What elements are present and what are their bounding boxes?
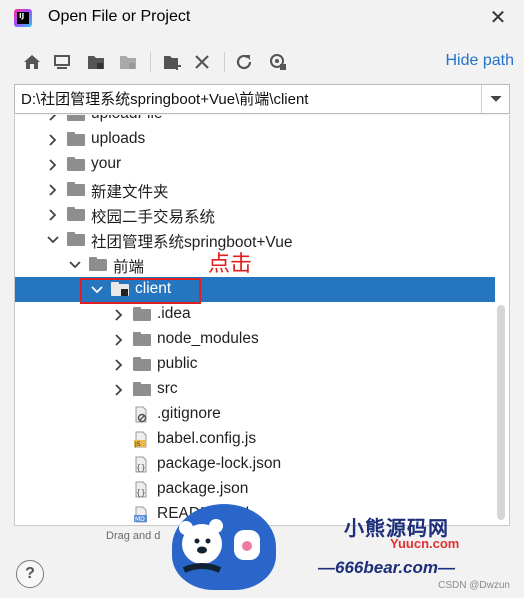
chevron-right-icon[interactable] — [113, 384, 125, 396]
tree-row-label: .idea — [157, 305, 191, 322]
folder-icon — [133, 307, 151, 321]
chevron-right-icon[interactable] — [47, 159, 59, 171]
tree-row[interactable]: your — [15, 152, 495, 177]
tree-scrollbar[interactable] — [497, 305, 505, 520]
json-file-icon: {} — [133, 481, 151, 498]
tree-row[interactable]: 前端 — [15, 252, 495, 277]
watermark-site: Yuucn.com — [390, 536, 460, 551]
gitignore-file-icon — [133, 406, 151, 423]
folder-icon — [67, 207, 85, 221]
folder-icon — [133, 382, 151, 396]
chevron-right-icon[interactable] — [47, 115, 59, 121]
toolbar: Hide path — [14, 48, 514, 76]
tree-row[interactable]: 校园二手交易系统 — [15, 202, 495, 227]
folder-icon — [89, 257, 107, 271]
chevron-down-icon — [490, 95, 501, 102]
tree-row[interactable]: node_modules — [15, 327, 495, 352]
tree-row-label: uploads — [91, 130, 146, 147]
drag-hint-text: Drag and d — [106, 530, 161, 542]
path-input[interactable] — [21, 90, 481, 107]
tree-row[interactable]: public — [15, 352, 495, 377]
click-annotation-text: 点击 — [208, 252, 253, 277]
folder-icon — [67, 232, 85, 246]
folder-icon — [67, 132, 85, 146]
bear-logo-icon — [172, 504, 276, 590]
chevron-right-icon[interactable] — [47, 209, 59, 221]
tree-row-label: uploadFile — [91, 115, 163, 123]
tree-row[interactable]: .gitignore — [15, 402, 495, 427]
tree-row-label: public — [157, 355, 198, 372]
chevron-right-icon[interactable] — [47, 184, 59, 196]
tree-row-label: node_modules — [157, 330, 259, 347]
tree-row-label: .gitignore — [157, 405, 221, 422]
chevron-right-icon[interactable] — [47, 134, 59, 146]
highlight-box — [80, 278, 201, 304]
watermark: 小熊源码网 Yuucn.com —666bear.com— CSDN @Dwzu… — [162, 498, 524, 598]
svg-text:{}: {} — [136, 463, 146, 472]
tree-row-label: package.json — [157, 480, 249, 497]
title-bar: IJ Open File or Project ✕ — [0, 0, 524, 36]
chevron-down-icon[interactable] — [47, 234, 59, 246]
svg-text:JS: JS — [134, 441, 141, 448]
tree-row-label: your — [91, 155, 122, 172]
json-file-icon: {} — [133, 456, 151, 473]
tree-row[interactable]: 新建文件夹 — [15, 177, 495, 202]
desktop-icon[interactable] — [50, 50, 74, 74]
tree-row[interactable]: .idea — [15, 302, 495, 327]
csdn-credit: CSDN @Dwzun — [438, 580, 510, 591]
tree-row-label: 前端 — [113, 259, 145, 276]
markdown-file-icon: MD — [133, 506, 151, 523]
refresh-icon[interactable] — [232, 50, 256, 74]
window-title: Open File or Project — [48, 8, 191, 25]
svg-text:MD: MD — [135, 516, 145, 523]
hide-path-link[interactable]: Hide path — [446, 52, 515, 70]
tree-row-label: 校园二手交易系统 — [91, 209, 216, 226]
tree-row-label: 社团管理系统springboot+Vue — [91, 234, 293, 251]
new-folder-icon[interactable] — [160, 50, 184, 74]
tree-row-label: babel.config.js — [157, 430, 257, 447]
tree-row[interactable]: uploads — [15, 127, 495, 152]
home-icon[interactable] — [20, 50, 44, 74]
tree-row[interactable]: src — [15, 377, 495, 402]
folder-icon — [67, 115, 85, 121]
watermark-url: —666bear.com— — [318, 558, 456, 577]
show-hidden-icon[interactable] — [266, 50, 290, 74]
path-dropdown-button[interactable] — [481, 85, 509, 113]
chevron-down-icon[interactable] — [69, 259, 81, 271]
folder-icon — [133, 357, 151, 371]
delete-icon[interactable] — [190, 50, 214, 74]
intellij-idea-icon: IJ — [14, 9, 32, 27]
chevron-right-icon[interactable] — [113, 334, 125, 346]
help-button[interactable]: ? — [16, 560, 44, 588]
tree-row[interactable]: {} package-lock.json — [15, 452, 495, 477]
path-combobox — [14, 84, 510, 114]
module-folder-icon[interactable] — [116, 50, 140, 74]
folder-icon — [67, 157, 85, 171]
folder-icon — [133, 332, 151, 346]
tree-row[interactable]: JS babel.config.js — [15, 427, 495, 452]
tree-row[interactable]: uploadFile — [15, 115, 495, 127]
tree-row[interactable]: 社团管理系统springboot+Vue — [15, 227, 495, 252]
svg-text:{}: {} — [136, 488, 146, 497]
file-tree: uploadFile uploads your 新建文件夹校园二手交易系统社团管理系统… — [14, 115, 510, 526]
tree-row-label: 新建文件夹 — [91, 184, 169, 201]
chevron-right-icon[interactable] — [113, 359, 125, 371]
js-file-icon: JS — [133, 431, 151, 448]
close-button[interactable]: ✕ — [486, 6, 510, 30]
project-folder-icon[interactable] — [84, 50, 108, 74]
tree-row-label: package-lock.json — [157, 455, 282, 472]
chevron-right-icon[interactable] — [113, 309, 125, 321]
tree-row-label: src — [157, 380, 178, 397]
folder-icon — [67, 182, 85, 196]
